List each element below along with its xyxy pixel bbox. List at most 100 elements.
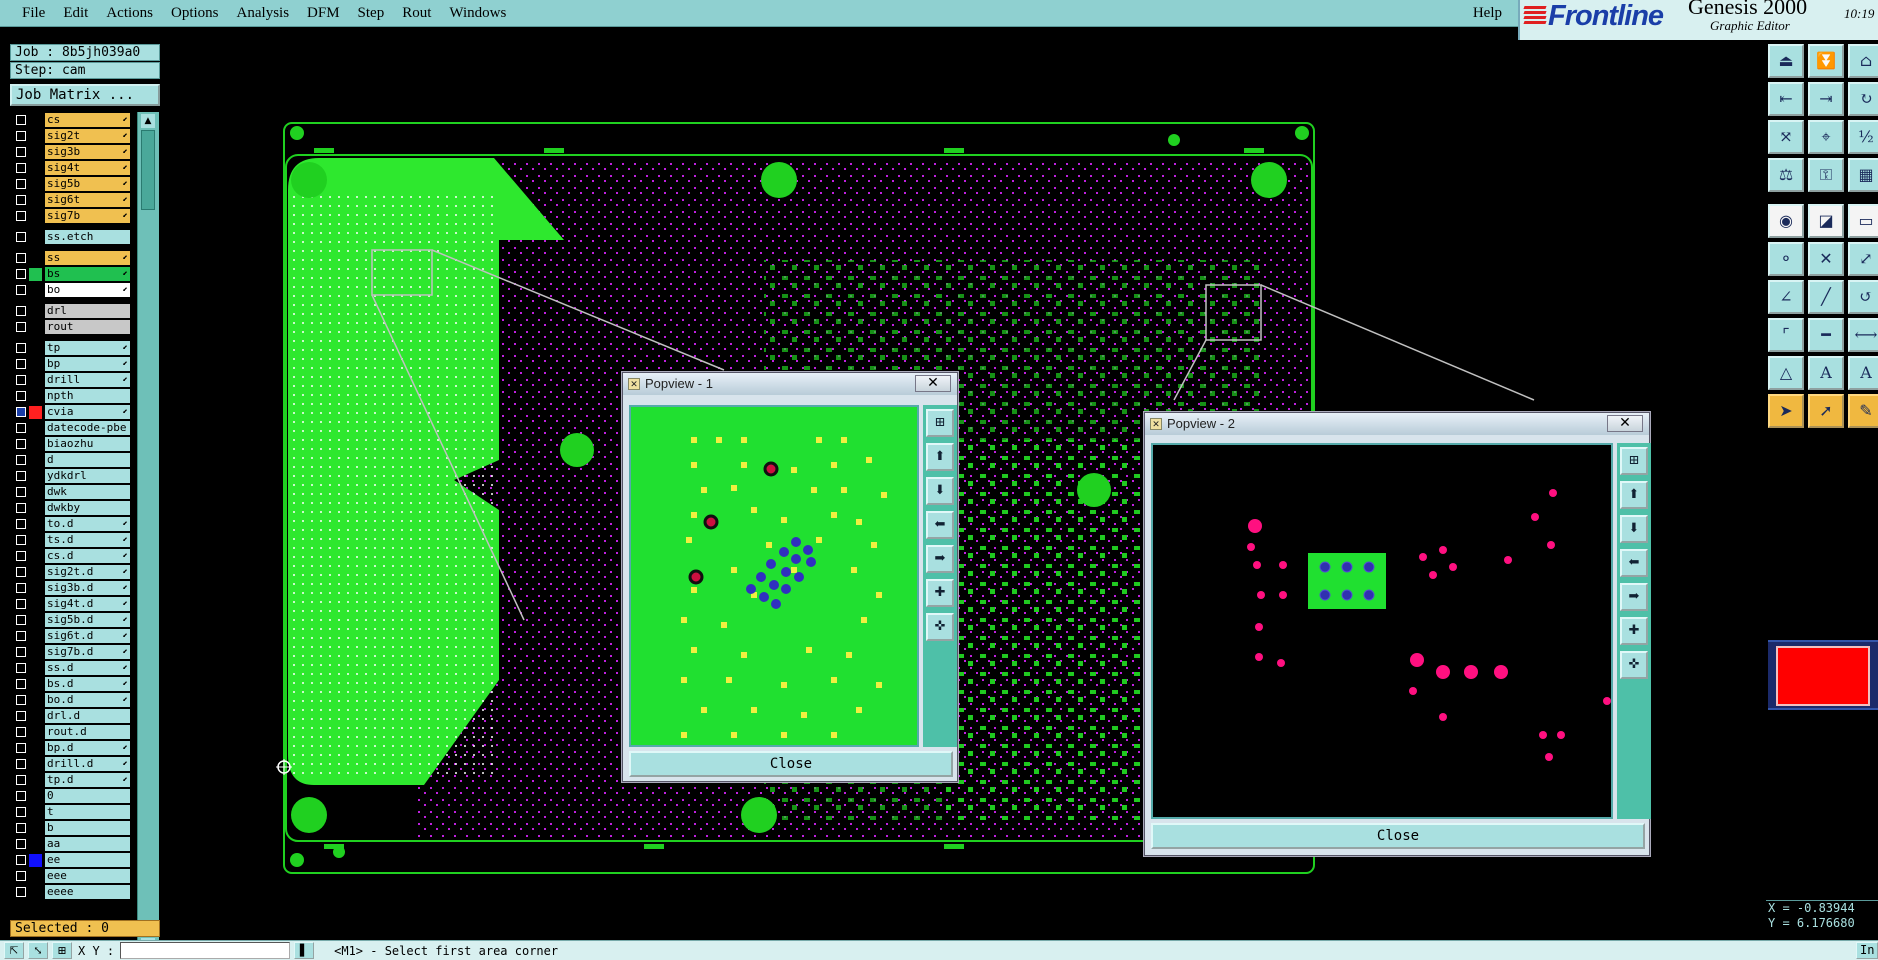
tool-move-down-icon[interactable]: ⏬ [1808, 44, 1844, 78]
layer-color-swatch[interactable] [29, 549, 42, 563]
layer-color-swatch[interactable] [29, 885, 42, 899]
layer-row[interactable]: sig4t ⬋ [10, 160, 136, 176]
layer-name[interactable]: drill.d ⬋ [45, 757, 130, 771]
layer-name[interactable]: biaozhu [45, 437, 130, 451]
layer-name[interactable]: sig4t.d ⬋ [45, 597, 130, 611]
layer-row[interactable]: ee [10, 852, 136, 868]
layer-row[interactable]: 0 [10, 788, 136, 804]
layer-checkbox[interactable] [16, 807, 26, 817]
xy-input[interactable] [120, 942, 291, 959]
layer-row[interactable]: bp ⬋ [10, 356, 136, 372]
layer-color-swatch[interactable] [29, 469, 42, 483]
popview-zoom-in-icon[interactable]: ✚ [1620, 617, 1648, 645]
tool-move-up-icon[interactable]: ⏏ [1768, 44, 1804, 78]
layer-name[interactable]: ts.d ⬋ [45, 533, 130, 547]
layer-color-swatch[interactable] [29, 230, 42, 244]
layer-name[interactable]: datecode-pbe [45, 421, 130, 435]
popview-zoom-in-icon[interactable]: ✚ [926, 579, 954, 607]
layer-checkbox[interactable] [16, 487, 26, 497]
layer-color-swatch[interactable] [29, 193, 42, 207]
layer-name[interactable]: ss.etch [45, 230, 130, 244]
layer-checkbox[interactable] [16, 232, 26, 242]
layer-checkbox[interactable] [16, 343, 26, 353]
layer-name[interactable]: sig6t.d ⬋ [45, 629, 130, 643]
popview-pan-left-icon[interactable]: ⬅ [926, 511, 954, 539]
layer-name[interactable]: dwk [45, 485, 130, 499]
layer-checkbox[interactable] [16, 455, 26, 465]
layer-name[interactable]: ss ⬋ [45, 251, 130, 265]
menu-rout[interactable]: Rout [393, 0, 440, 27]
layer-name[interactable]: aa [45, 837, 130, 851]
layer-color-swatch[interactable] [29, 597, 42, 611]
layer-name[interactable]: tp.d ⬋ [45, 773, 130, 787]
layer-color-swatch[interactable] [29, 320, 42, 334]
tool-line-icon[interactable]: ╱ [1808, 280, 1844, 314]
popview-2-close-icon[interactable]: ✕ [1607, 415, 1643, 432]
layer-color-swatch[interactable] [29, 533, 42, 547]
tool-triangle-icon[interactable]: △ [1768, 356, 1804, 390]
layer-checkbox[interactable] [16, 855, 26, 865]
layer-checkbox[interactable] [16, 791, 26, 801]
popview-1-titlebar[interactable]: ✕ Popview - 1 [623, 373, 957, 395]
layer-color-swatch[interactable] [29, 373, 42, 387]
popview-1-window[interactable]: ✕ Popview - 1 ✕ ⊞ ⬆ ⬇ ⬅ ➡ ✚ ✜ Close [622, 372, 958, 782]
layer-checkbox[interactable] [16, 663, 26, 673]
tool-connect-icon[interactable]: ⤢ [1848, 242, 1878, 276]
layer-color-swatch[interactable] [29, 613, 42, 627]
layer-color-swatch[interactable] [29, 304, 42, 318]
layer-color-swatch[interactable] [29, 421, 42, 435]
layer-checkbox[interactable] [16, 823, 26, 833]
layer-color-swatch[interactable] [29, 661, 42, 675]
tool-dimension-icon[interactable]: ⟷ [1848, 318, 1878, 352]
layer-row[interactable]: cs.d ⬋ [10, 548, 136, 564]
layer-row[interactable]: sig2t.d ⬋ [10, 564, 136, 580]
layer-color-swatch[interactable] [29, 357, 42, 371]
layer-color-swatch[interactable] [29, 741, 42, 755]
layer-name[interactable]: bs.d ⬋ [45, 677, 130, 691]
layer-color-swatch[interactable] [29, 629, 42, 643]
tool-select-lasso-icon[interactable]: ✎ [1848, 394, 1878, 428]
tool-fit-icon[interactable]: ⤧ [1768, 120, 1804, 154]
layer-checkbox[interactable] [16, 359, 26, 369]
layer-checkbox[interactable] [16, 759, 26, 769]
layer-name[interactable]: eeee [45, 885, 130, 899]
layer-color-swatch[interactable] [29, 517, 42, 531]
layer-name[interactable]: drl [45, 304, 130, 318]
layer-color-swatch[interactable] [29, 161, 42, 175]
layer-row[interactable]: sig4t.d ⬋ [10, 596, 136, 612]
scroll-up-icon[interactable]: ▲ [141, 114, 155, 128]
status-tool-3-icon[interactable]: ⊞ [52, 942, 72, 959]
layer-name[interactable]: bs ⬋ [45, 267, 130, 281]
layer-checkbox[interactable] [16, 322, 26, 332]
layer-row[interactable]: tp ⬋ [10, 340, 136, 356]
layer-name[interactable]: cs.d ⬋ [45, 549, 130, 563]
layer-row[interactable]: sig3b.d ⬋ [10, 580, 136, 596]
layer-row[interactable]: sig3b ⬋ [10, 144, 136, 160]
layer-color-swatch[interactable] [29, 389, 42, 403]
layer-row[interactable]: cvia ⬋ [10, 404, 136, 420]
layer-checkbox[interactable] [16, 211, 26, 221]
layer-checkbox[interactable] [16, 115, 26, 125]
layer-checkbox[interactable] [16, 679, 26, 689]
popview-pan-up-icon[interactable]: ⬆ [1620, 481, 1648, 509]
popview-2-viewport[interactable] [1151, 443, 1613, 819]
layer-color-swatch[interactable] [29, 853, 42, 867]
popview-pan-right-icon[interactable]: ➡ [926, 545, 954, 573]
tool-select-box-icon[interactable]: ➚ [1808, 394, 1844, 428]
layer-color-swatch[interactable] [29, 283, 42, 297]
layer-checkbox[interactable] [16, 179, 26, 189]
layer-color-swatch[interactable] [29, 773, 42, 787]
tool-dash-icon[interactable]: ━ [1808, 318, 1844, 352]
layer-row[interactable]: b [10, 820, 136, 836]
layer-name[interactable]: rout [45, 320, 130, 334]
layer-row[interactable]: d [10, 452, 136, 468]
popview-1-viewport[interactable] [629, 405, 919, 747]
tool-arc-icon[interactable]: ↺ [1848, 280, 1878, 314]
tool-angle-icon[interactable]: ∠ [1768, 280, 1804, 314]
tool-text-a-icon[interactable]: A [1808, 356, 1844, 390]
layer-color-swatch[interactable] [29, 837, 42, 851]
layer-row[interactable]: cs ⬋ [10, 112, 136, 128]
layer-name[interactable]: ss.d ⬋ [45, 661, 130, 675]
overview-panel[interactable] [1768, 640, 1878, 710]
layer-name[interactable]: 0 [45, 789, 130, 803]
